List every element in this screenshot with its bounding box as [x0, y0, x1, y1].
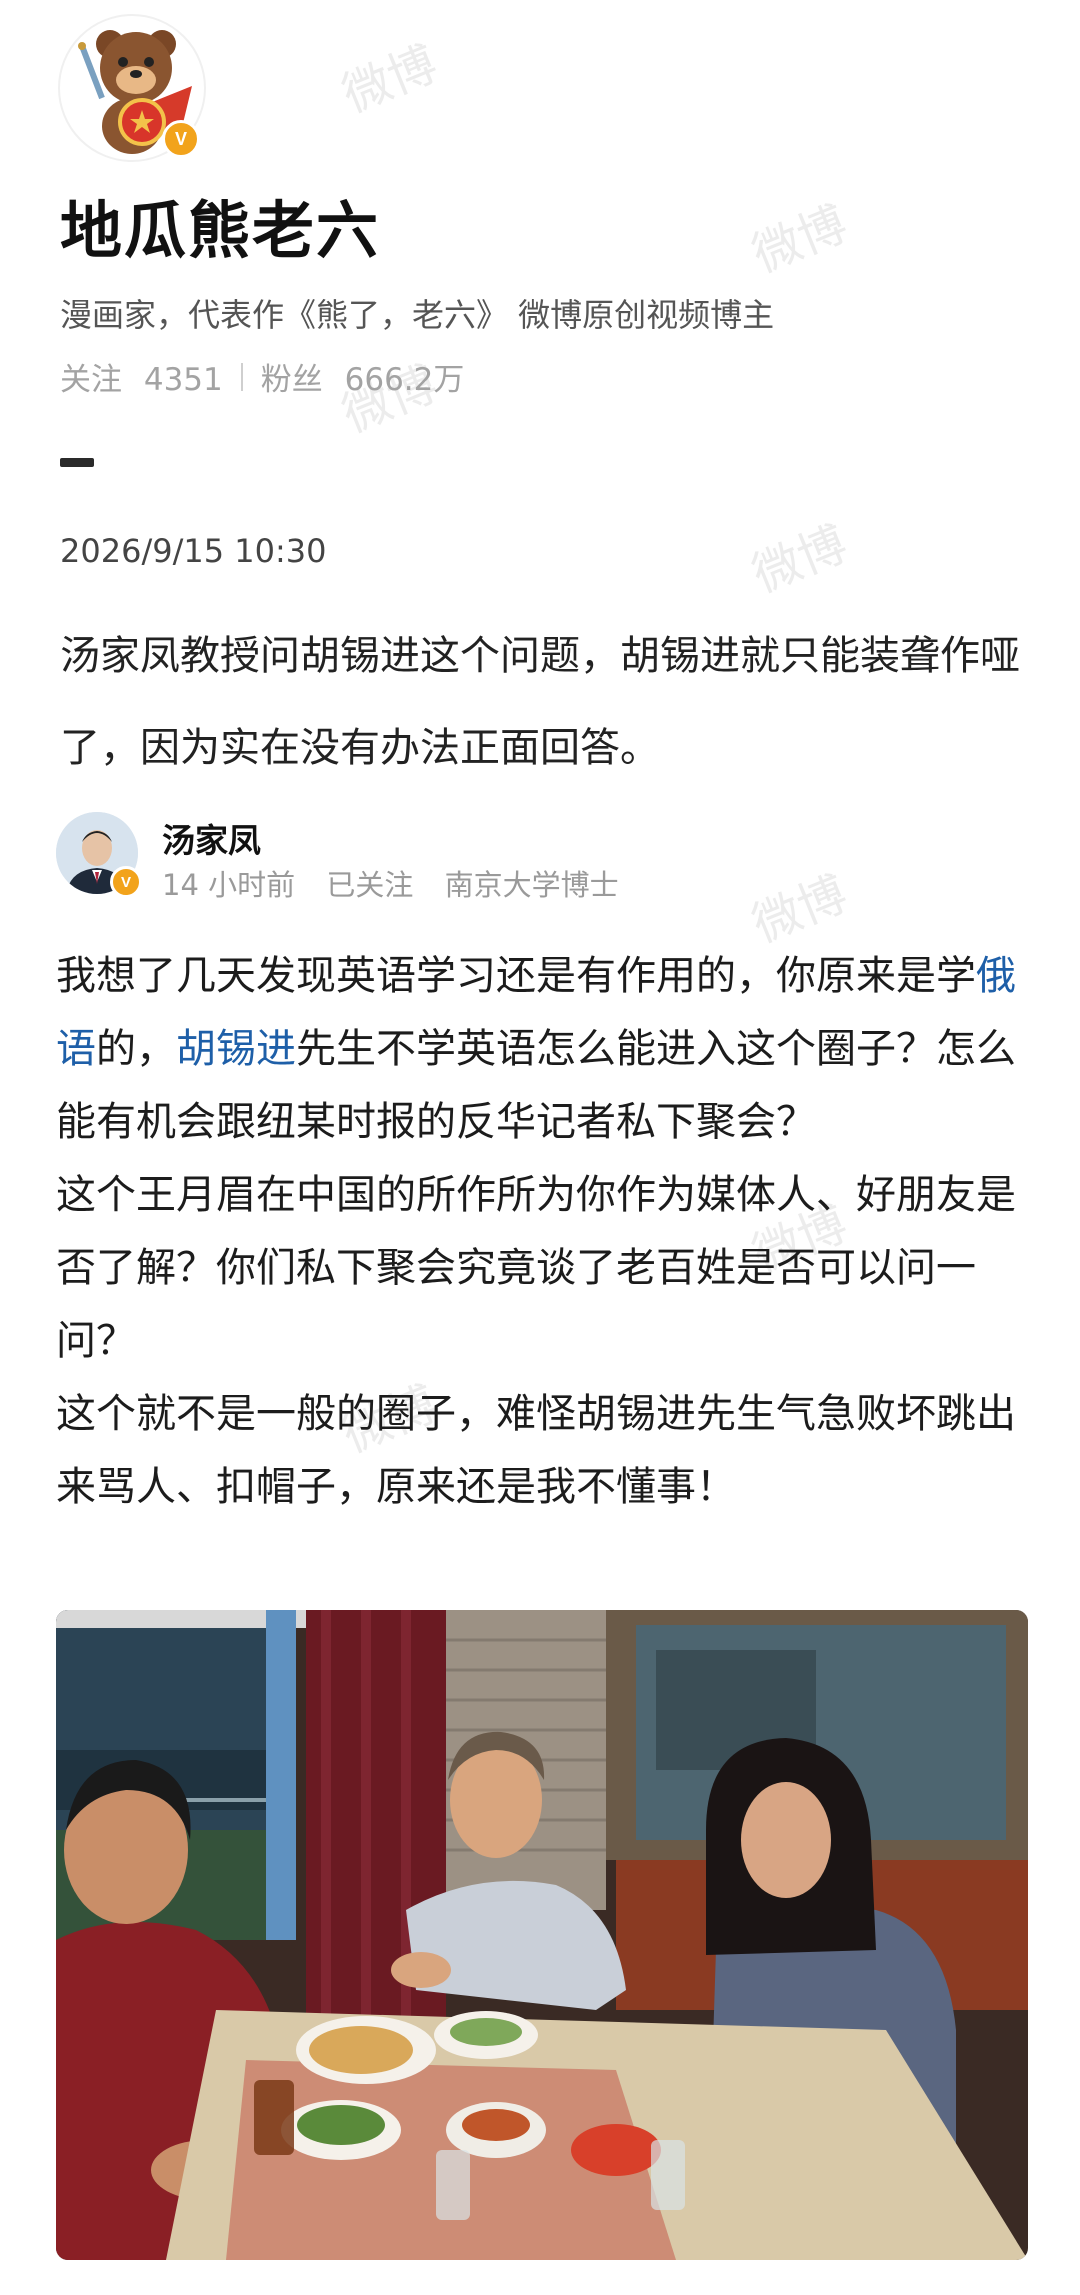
quoted-body: 我想了几天发现英语学习还是有作用的，你原来是学俄语的，胡锡进先生不学英语怎么能进…	[56, 940, 1036, 1524]
profile-stats: 关注 4351 粉丝 666.2万	[60, 354, 464, 399]
section-dash	[60, 458, 94, 467]
following-label: 关注	[60, 362, 122, 398]
post-photo[interactable]	[56, 1610, 1028, 2260]
verified-badge-icon: V	[110, 866, 142, 898]
post-date: 2026/9/15 10:30	[60, 532, 327, 570]
profile-name: 地瓜熊老六	[60, 194, 381, 267]
following-count: 4351	[143, 362, 223, 398]
post-text: 汤家凤教授问胡锡进这个问题，胡锡进就只能装聋作哑了，因为实在没有办法正面回答。	[60, 633, 1020, 771]
quoted-affiliation: 南京大学博士	[444, 868, 619, 902]
quoted-meta: 14 小时前 已关注 南京大学博士	[162, 862, 641, 904]
watermark: 微博	[744, 515, 855, 604]
watermark: 微博	[744, 195, 855, 284]
quoted-paragraph: 这个王月眉在中国的所作所为你作为媒体人、好朋友是否了解？你们私下聚会究竟谈了老百…	[56, 1172, 1016, 1364]
following-stat[interactable]: 关注 4351	[60, 354, 223, 399]
quoted-time: 14 小时前	[162, 868, 296, 902]
text-span: 的，	[96, 1026, 176, 1072]
text-span: 我想了几天发现英语学习还是有作用的，你原来是学	[56, 953, 976, 999]
follow-status[interactable]: 已关注	[326, 868, 413, 902]
followers-label: 粉丝	[260, 362, 323, 398]
followers-stat[interactable]: 粉丝 666.2万	[261, 354, 465, 399]
quoted-paragraph: 我想了几天发现英语学习还是有作用的，你原来是学俄语的，胡锡进先生不学英语怎么能进…	[56, 940, 1036, 1159]
verified-badge-icon: V	[162, 120, 200, 158]
followers-count: 666.2万	[344, 362, 465, 398]
quoted-paragraph: 这个就不是一般的圈子，难怪胡锡进先生气急败坏跳出来骂人、扣帽子，原来还是我不懂事…	[56, 1391, 1016, 1510]
quoted-author-name[interactable]: 汤家凤	[162, 814, 261, 862]
stats-divider	[240, 362, 243, 391]
profile-bio: 漫画家，代表作《熊了，老六》 微博原创视频博主	[60, 296, 775, 334]
mention-link-hu-xijin[interactable]: 胡锡进	[176, 1026, 296, 1072]
watermark: 微博	[334, 35, 445, 124]
